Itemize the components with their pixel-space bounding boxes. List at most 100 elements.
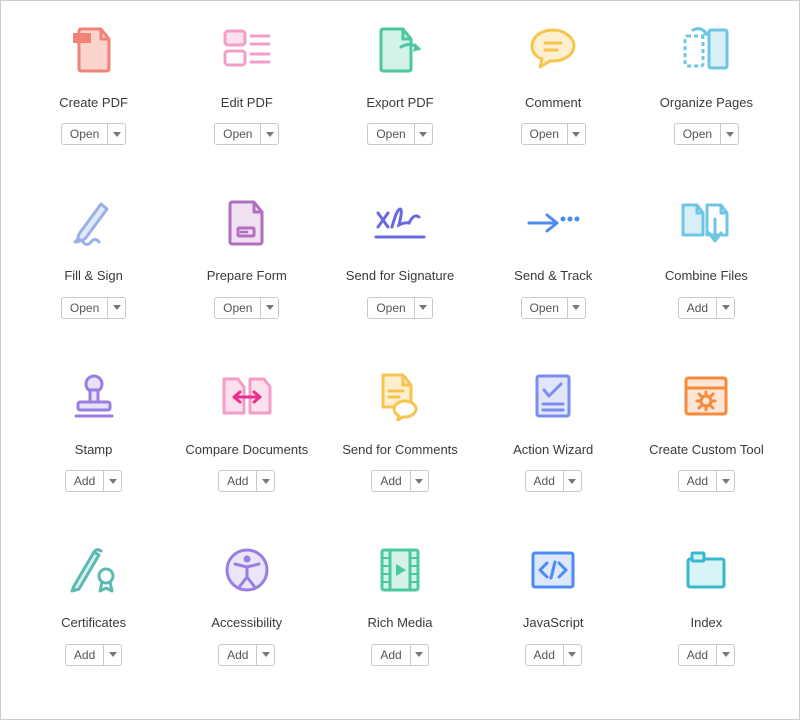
dropdown-caret-icon[interactable]: [108, 297, 126, 319]
add-button[interactable]: Add: [218, 644, 257, 666]
open-button[interactable]: Open: [521, 123, 568, 145]
open-button[interactable]: Open: [214, 123, 261, 145]
tool-label: Send for Comments: [342, 434, 458, 466]
tool-label: Action Wizard: [513, 434, 593, 466]
add-button[interactable]: Add: [678, 297, 717, 319]
dropdown-caret-icon[interactable]: [568, 297, 586, 319]
dropdown-caret-icon[interactable]: [108, 123, 126, 145]
tool-label: Accessibility: [211, 608, 282, 640]
tool-label: Edit PDF: [221, 87, 273, 119]
dropdown-caret-icon[interactable]: [717, 470, 735, 492]
tool-label: Compare Documents: [185, 434, 308, 466]
stamp-icon: [66, 368, 122, 424]
tool-send-comments[interactable]: Send for Comments Add: [323, 356, 476, 530]
add-button[interactable]: Add: [65, 644, 104, 666]
edit-pdf-icon: [219, 21, 275, 77]
dropdown-caret-icon[interactable]: [411, 470, 429, 492]
add-button[interactable]: Add: [678, 470, 717, 492]
open-button[interactable]: Open: [61, 297, 108, 319]
tool-accessibility[interactable]: Accessibility Add: [170, 530, 323, 704]
tool-label: Fill & Sign: [64, 261, 123, 293]
tool-label: Certificates: [61, 608, 126, 640]
tool-prepare-form[interactable]: Prepare Form Open: [170, 183, 323, 357]
tool-label: Stamp: [75, 434, 113, 466]
fill-sign-icon: [66, 195, 122, 251]
add-button[interactable]: Add: [218, 470, 257, 492]
accessibility-icon: [219, 542, 275, 598]
dropdown-caret-icon[interactable]: [104, 644, 122, 666]
certificates-icon: [66, 542, 122, 598]
tools-grid: Create PDF Open Edit PDF Open: [1, 1, 799, 719]
dropdown-caret-icon[interactable]: [717, 644, 735, 666]
tool-label: Comment: [525, 87, 581, 119]
send-track-icon: [525, 195, 581, 251]
tool-label: Rich Media: [367, 608, 432, 640]
tool-label: Organize Pages: [660, 87, 753, 119]
tool-label: JavaScript: [523, 608, 584, 640]
tool-action-wizard[interactable]: Action Wizard Add: [477, 356, 630, 530]
dropdown-caret-icon[interactable]: [564, 644, 582, 666]
add-button[interactable]: Add: [65, 470, 104, 492]
tool-stamp[interactable]: Stamp Add: [17, 356, 170, 530]
tool-custom-tool[interactable]: Create Custom Tool Add: [630, 356, 783, 530]
dropdown-caret-icon[interactable]: [411, 644, 429, 666]
dropdown-caret-icon[interactable]: [564, 470, 582, 492]
tool-export-pdf[interactable]: Export PDF Open: [323, 9, 476, 183]
open-button[interactable]: Open: [674, 123, 721, 145]
dropdown-caret-icon[interactable]: [568, 123, 586, 145]
tool-comment[interactable]: Comment Open: [477, 9, 630, 183]
tool-javascript[interactable]: JavaScript Add: [477, 530, 630, 704]
tool-fill-sign[interactable]: Fill & Sign Open: [17, 183, 170, 357]
compare-documents-icon: [219, 368, 275, 424]
dropdown-caret-icon[interactable]: [721, 123, 739, 145]
dropdown-caret-icon[interactable]: [261, 123, 279, 145]
send-signature-icon: [372, 195, 428, 251]
index-icon: [678, 542, 734, 598]
comment-icon: [525, 21, 581, 77]
create-pdf-icon: [66, 21, 122, 77]
tool-combine-files[interactable]: Combine Files Add: [630, 183, 783, 357]
tool-certificates[interactable]: Certificates Add: [17, 530, 170, 704]
prepare-form-icon: [219, 195, 275, 251]
tool-label: Send & Track: [514, 261, 592, 293]
custom-tool-icon: [678, 368, 734, 424]
tool-compare-documents[interactable]: Compare Documents Add: [170, 356, 323, 530]
organize-pages-icon: [678, 21, 734, 77]
open-button[interactable]: Open: [214, 297, 261, 319]
add-button[interactable]: Add: [371, 644, 410, 666]
open-button[interactable]: Open: [521, 297, 568, 319]
tool-edit-pdf[interactable]: Edit PDF Open: [170, 9, 323, 183]
tool-send-signature[interactable]: Send for Signature Open: [323, 183, 476, 357]
tool-index[interactable]: Index Add: [630, 530, 783, 704]
tool-label: Export PDF: [366, 87, 433, 119]
add-button[interactable]: Add: [371, 470, 410, 492]
dropdown-caret-icon[interactable]: [415, 123, 433, 145]
combine-files-icon: [678, 195, 734, 251]
javascript-icon: [525, 542, 581, 598]
export-pdf-icon: [372, 21, 428, 77]
tool-label: Create Custom Tool: [649, 434, 764, 466]
dropdown-caret-icon[interactable]: [257, 644, 275, 666]
add-button[interactable]: Add: [525, 470, 564, 492]
tool-label: Index: [690, 608, 722, 640]
action-wizard-icon: [525, 368, 581, 424]
add-button[interactable]: Add: [678, 644, 717, 666]
dropdown-caret-icon[interactable]: [257, 470, 275, 492]
tool-label: Create PDF: [59, 87, 128, 119]
tool-label: Prepare Form: [207, 261, 287, 293]
tool-organize-pages[interactable]: Organize Pages Open: [630, 9, 783, 183]
add-button[interactable]: Add: [525, 644, 564, 666]
tool-send-track[interactable]: Send & Track Open: [477, 183, 630, 357]
open-button[interactable]: Open: [367, 297, 414, 319]
dropdown-caret-icon[interactable]: [415, 297, 433, 319]
open-button[interactable]: Open: [367, 123, 414, 145]
dropdown-caret-icon[interactable]: [104, 470, 122, 492]
tool-rich-media[interactable]: Rich Media Add: [323, 530, 476, 704]
open-button[interactable]: Open: [61, 123, 108, 145]
dropdown-caret-icon[interactable]: [717, 297, 735, 319]
send-comments-icon: [372, 368, 428, 424]
tool-create-pdf[interactable]: Create PDF Open: [17, 9, 170, 183]
tool-label: Send for Signature: [346, 261, 454, 293]
dropdown-caret-icon[interactable]: [261, 297, 279, 319]
rich-media-icon: [372, 542, 428, 598]
